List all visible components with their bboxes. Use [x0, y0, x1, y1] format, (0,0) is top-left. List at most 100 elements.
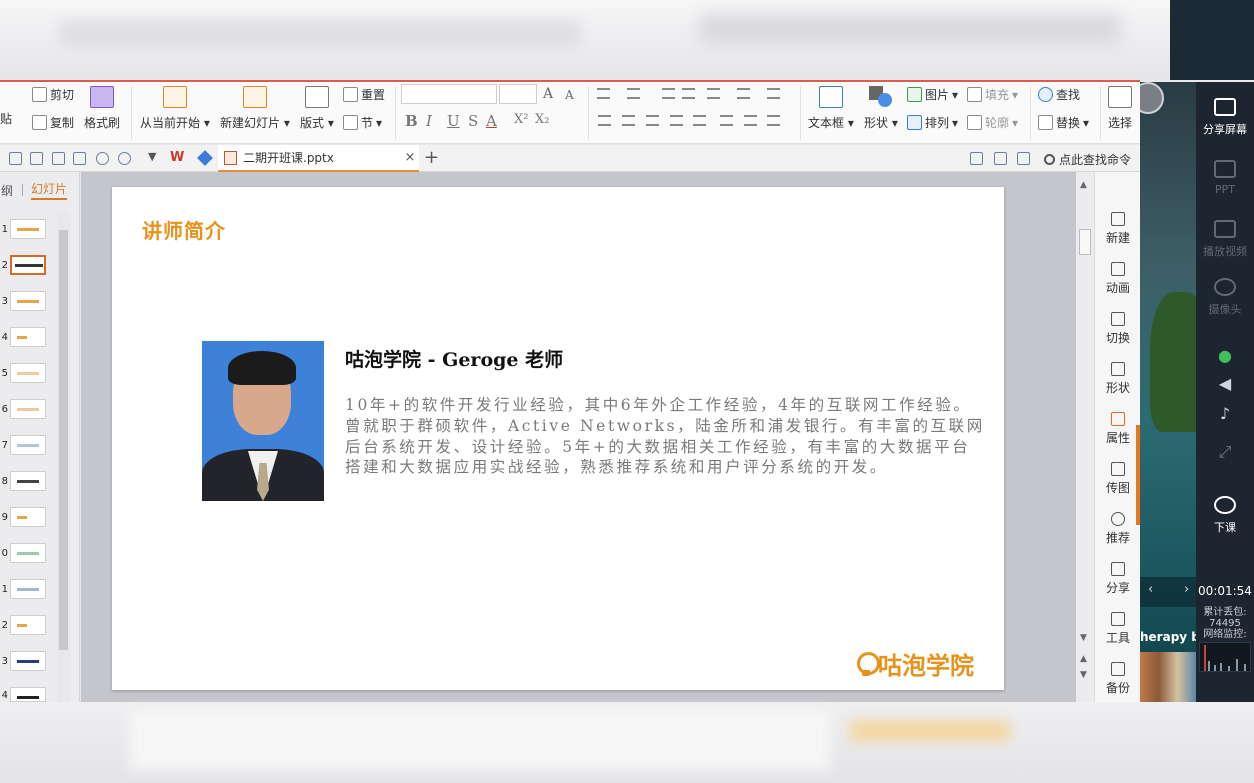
- scroll-up-icon[interactable]: ▲: [1080, 180, 1087, 190]
- print-preview-icon[interactable]: [73, 152, 86, 165]
- slide-thumbnail-2[interactable]: [10, 255, 46, 275]
- redo-icon[interactable]: [118, 152, 131, 165]
- slide-thumbnail-6[interactable]: [10, 399, 46, 419]
- search-commands[interactable]: 点此查找命令: [1044, 151, 1131, 168]
- slides-scrollbar[interactable]: [57, 212, 70, 702]
- animation-button[interactable]: 动画: [1095, 262, 1141, 296]
- scrollbar-thumb[interactable]: [1079, 229, 1091, 255]
- preview-thumbnail[interactable]: [1140, 652, 1196, 702]
- subscript-button[interactable]: X₂: [535, 112, 549, 127]
- replace-button[interactable]: 替换 ▾: [1038, 114, 1089, 131]
- cube-icon[interactable]: [197, 150, 213, 166]
- arrange-button[interactable]: 排列 ▾: [907, 114, 958, 131]
- instructor-name[interactable]: 咕泡学院 - Geroge 老师: [345, 345, 563, 372]
- brand-logo[interactable]: 咕泡学院: [856, 646, 974, 681]
- reset-button[interactable]: 重置: [343, 86, 385, 103]
- next-slide-icon[interactable]: ▼: [1080, 670, 1087, 680]
- decrease-indent-icon[interactable]: [662, 88, 675, 99]
- fullscreen-icon[interactable]: ⤢: [1196, 442, 1254, 462]
- ppt-button[interactable]: PPT: [1196, 160, 1254, 196]
- new-button[interactable]: 新建: [1095, 212, 1141, 246]
- save-icon[interactable]: [9, 152, 22, 165]
- font-size-select[interactable]: [499, 84, 537, 104]
- slide-thumbnail-9[interactable]: [10, 507, 46, 527]
- slide-thumbnail-12[interactable]: [10, 615, 46, 635]
- slide-thumbnail-8[interactable]: [10, 471, 46, 491]
- recommend-button[interactable]: 推荐: [1095, 512, 1141, 546]
- align-left-icon[interactable]: [598, 115, 611, 126]
- layout-button[interactable]: 版式 ▾: [300, 86, 334, 131]
- slide-thumbnail-3[interactable]: [10, 291, 46, 311]
- canvas-scrollbar[interactable]: ▲ ▼ ▲ ▼: [1076, 172, 1094, 702]
- export-pdf-icon[interactable]: [30, 152, 43, 165]
- slide-title[interactable]: 讲师简介: [142, 215, 226, 244]
- italic-button[interactable]: I: [426, 112, 432, 130]
- text-direction-icon[interactable]: [707, 88, 720, 99]
- upload-image-button[interactable]: 传图: [1095, 462, 1141, 496]
- tab-slides[interactable]: 幻灯片: [31, 180, 68, 200]
- shape-button[interactable]: 形状 ▾: [864, 86, 898, 131]
- instructor-bio[interactable]: 10年+的软件开发行业经验，其中6年外企工作经验，4年的互联网工作经验。曾就职于…: [345, 395, 985, 478]
- slide-thumbnail-10[interactable]: [10, 543, 46, 563]
- slide-thumbnail-7[interactable]: [10, 435, 46, 455]
- find-button[interactable]: 查找: [1038, 86, 1080, 103]
- chevron-down-icon[interactable]: ▼: [148, 150, 156, 163]
- section-button[interactable]: 节 ▾: [343, 114, 382, 131]
- slide-thumbnail-1[interactable]: [10, 219, 46, 239]
- justify-icon[interactable]: [670, 115, 683, 126]
- document-tab[interactable]: 二期开班课.pptx ×: [218, 145, 419, 172]
- scroll-down-icon[interactable]: ▼: [1080, 633, 1087, 643]
- font-grow-button[interactable]: A: [543, 86, 553, 102]
- add-tab-button[interactable]: +: [424, 147, 439, 168]
- instructor-photo[interactable]: [202, 341, 324, 501]
- bullets-icon[interactable]: [597, 88, 610, 99]
- slide-thumbnail-5[interactable]: [10, 363, 46, 383]
- increase-indent-icon[interactable]: [682, 88, 695, 99]
- superscript-button[interactable]: X²: [514, 112, 528, 127]
- prev-button[interactable]: ‹: [1148, 582, 1153, 597]
- properties-button[interactable]: 属性: [1095, 412, 1141, 446]
- picture-button[interactable]: 图片 ▾: [907, 86, 958, 103]
- close-tab-button[interactable]: ×: [401, 150, 419, 165]
- slide-thumbnail-14[interactable]: [10, 687, 46, 702]
- tools-button[interactable]: 工具: [1095, 612, 1141, 646]
- undo-icon[interactable]: [96, 152, 109, 165]
- paste-button[interactable]: 贴: [0, 110, 12, 127]
- bold-button[interactable]: B: [405, 112, 418, 130]
- prev-slide-icon[interactable]: ▲: [1080, 654, 1087, 664]
- columns-icon[interactable]: [737, 88, 750, 99]
- tab-outline[interactable]: 纲: [0, 182, 22, 199]
- font-name-select[interactable]: [401, 84, 497, 104]
- avatar[interactable]: [1140, 82, 1164, 114]
- paragraph-spacing-icon[interactable]: [744, 115, 757, 126]
- distribute-icon[interactable]: [693, 115, 706, 126]
- select-button[interactable]: 选择: [1108, 86, 1132, 131]
- share-screen-button[interactable]: 分享屏幕: [1196, 98, 1254, 137]
- slide-thumbnail-13[interactable]: [10, 651, 46, 671]
- copy-button[interactable]: 复制: [32, 114, 74, 131]
- slide-thumbnail-11[interactable]: [10, 579, 46, 599]
- print-icon[interactable]: [52, 152, 65, 165]
- camera-button[interactable]: 摄像头: [1196, 278, 1254, 317]
- font-color-button[interactable]: A: [486, 112, 497, 130]
- scrollbar-thumb[interactable]: [59, 230, 68, 650]
- wps-logo[interactable]: W: [170, 150, 184, 165]
- cut-button[interactable]: 剪切: [32, 86, 74, 103]
- line-spacing-icon[interactable]: [720, 115, 733, 126]
- backup-button[interactable]: 备份: [1095, 662, 1141, 696]
- next-button[interactable]: ›: [1184, 582, 1189, 597]
- fill-button[interactable]: 填充 ▾: [967, 86, 1018, 103]
- numbering-icon[interactable]: [627, 88, 640, 99]
- outline-button[interactable]: 轮廓 ▾: [967, 114, 1018, 131]
- strike-button[interactable]: S: [468, 112, 478, 130]
- format-painter-button[interactable]: 格式刷: [84, 86, 120, 131]
- text-autofit-icon[interactable]: [767, 88, 780, 99]
- text-box-button[interactable]: 文本框 ▾: [808, 86, 854, 131]
- font-shrink-button[interactable]: A: [565, 88, 574, 102]
- shapes-button[interactable]: 形状: [1095, 362, 1141, 396]
- music-icon[interactable]: ♪: [1196, 404, 1254, 423]
- align-center-icon[interactable]: [622, 115, 635, 126]
- tools-icon[interactable]: [994, 152, 1007, 165]
- align-right-icon[interactable]: [646, 115, 659, 126]
- underline-button[interactable]: U: [447, 112, 460, 130]
